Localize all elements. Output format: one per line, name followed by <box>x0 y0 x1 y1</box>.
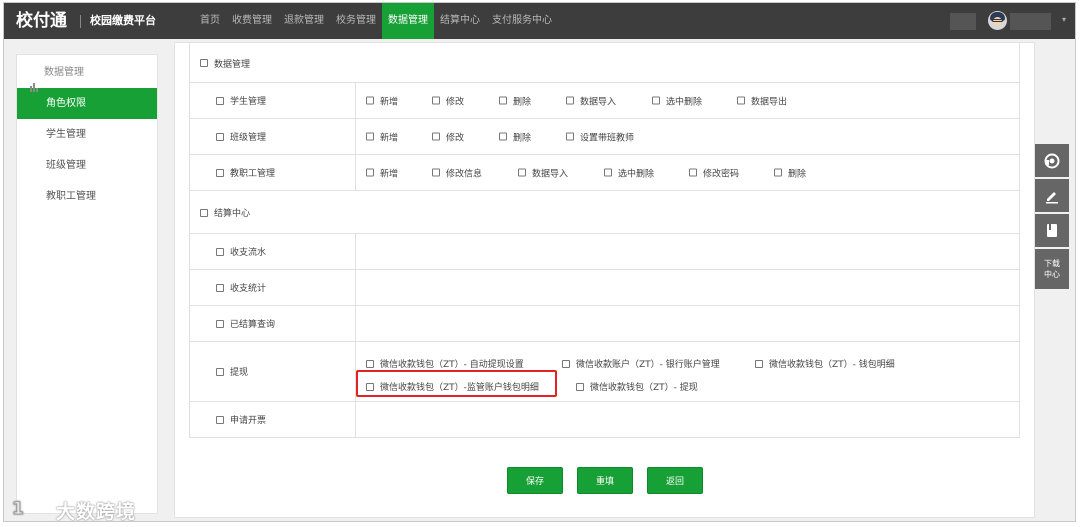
app-logo[interactable]: 校付通 <box>16 10 67 32</box>
download-center-label: 下载中心 <box>1044 259 1060 279</box>
table-row: 收支流水 <box>189 234 1020 270</box>
sidebar-item-role-permissions[interactable]: 角色权限 <box>17 88 157 119</box>
highlight-box <box>356 370 557 397</box>
table-row: 学生管理 新增 修改 删除 数据导入 选中删除 数据导出 <box>189 83 1020 119</box>
nav-item-payment-service[interactable]: 支付服务中心 <box>486 3 558 39</box>
sidebar-item-student-management[interactable]: 学生管理 <box>17 119 157 150</box>
watermark-logo-icon: 1 <box>12 497 52 522</box>
checkbox-settled-query[interactable]: 已结算查询 <box>216 317 275 330</box>
table-row: 收支统计 <box>189 270 1020 306</box>
nav-item-refund-management[interactable]: 退款管理 <box>278 3 330 39</box>
checkbox-class-delete[interactable]: 删除 <box>499 130 531 143</box>
checkbox-staff-add[interactable]: 新增 <box>366 166 398 179</box>
sidebar: 数据管理 角色权限 学生管理 班级管理 教职工管理 <box>16 54 158 514</box>
customer-service-button[interactable] <box>1035 144 1069 177</box>
back-button[interactable]: 返回 <box>647 467 703 494</box>
download-center-button[interactable]: 下载中心 <box>1035 249 1069 289</box>
nav-item-home[interactable]: 首页 <box>194 3 226 39</box>
feedback-button[interactable] <box>1035 179 1069 212</box>
manual-button[interactable] <box>1035 214 1069 247</box>
checkbox-class-set-teacher[interactable]: 设置带班教师 <box>566 130 634 143</box>
chevron-down-icon[interactable]: ▾ <box>1062 15 1066 24</box>
checkbox-student-delete[interactable]: 删除 <box>499 94 531 107</box>
checkbox-wallet-withdraw[interactable]: 微信收款钱包（ZT）- 提现 <box>576 380 698 393</box>
checkbox-withdraw[interactable]: 提现 <box>216 365 248 378</box>
watermark-text: 大数跨境 <box>56 500 137 522</box>
blurred-username[interactable] <box>1010 13 1051 30</box>
checkbox-bank-account-management[interactable]: 微信收款账户（ZT）- 银行账户管理 <box>562 357 720 370</box>
nav-item-school-affairs[interactable]: 校务管理 <box>330 3 382 39</box>
checkbox-student-export[interactable]: 数据导出 <box>737 94 787 107</box>
checkbox-wallet-details[interactable]: 微信收款钱包（ZT）- 钱包明细 <box>755 357 895 370</box>
svg-text:1: 1 <box>12 499 25 519</box>
headset-icon <box>1044 153 1060 169</box>
nav-item-fee-management[interactable]: 收费管理 <box>226 3 278 39</box>
blurred-info <box>950 13 976 30</box>
checkbox-class-edit[interactable]: 修改 <box>432 130 464 143</box>
checkbox-staff-delete[interactable]: 删除 <box>774 166 806 179</box>
reset-button[interactable]: 重填 <box>577 467 633 494</box>
nav-item-settlement-center[interactable]: 结算中心 <box>434 3 486 39</box>
table-row: 申请开票 <box>189 402 1020 438</box>
bar-chart-icon <box>30 56 39 92</box>
checkbox-staff-change-password[interactable]: 修改密码 <box>689 166 739 179</box>
checkbox-invoice[interactable]: 申请开票 <box>216 413 266 426</box>
checkbox-staff-batch-delete[interactable]: 选中删除 <box>604 166 654 179</box>
platform-name: 校园缴费平台 <box>90 14 156 27</box>
app-window: 校付通 校园缴费平台 首页 收费管理 退款管理 校务管理 数据管理 结算中心 支… <box>3 2 1076 522</box>
save-button[interactable]: 保存 <box>507 467 563 494</box>
checkbox-group-settlement-center[interactable]: 结算中心 <box>200 206 250 219</box>
checkbox-student-management[interactable]: 学生管理 <box>216 94 266 107</box>
watermark: 1 大数跨境 <box>12 496 137 522</box>
nav-item-data-management[interactable]: 数据管理 <box>382 3 434 39</box>
main-nav: 首页 收费管理 退款管理 校务管理 数据管理 结算中心 支付服务中心 <box>194 3 558 39</box>
checkbox-income-flow[interactable]: 收支流水 <box>216 245 266 258</box>
table-row: 已结算查询 <box>189 306 1020 342</box>
top-navbar: 校付通 校园缴费平台 首页 收费管理 退款管理 校务管理 数据管理 结算中心 支… <box>4 3 1075 39</box>
checkbox-wallet-auto-withdraw[interactable]: 微信收款钱包（ZT）- 自动提现设置 <box>366 357 524 370</box>
group-row-settlement-center: 结算中心 <box>189 191 1020 234</box>
checkbox-class-management[interactable]: 班级管理 <box>216 130 266 143</box>
logo-divider <box>80 15 81 28</box>
sidebar-header: 数据管理 <box>17 55 157 92</box>
permission-table: 数据管理 学生管理 新增 修改 删除 数据导入 选中删除 数据导出 班级管理 新… <box>189 43 1020 438</box>
checkbox-group-data-management[interactable]: 数据管理 <box>200 57 250 70</box>
checkbox-student-edit[interactable]: 修改 <box>432 94 464 107</box>
group-row-data-management: 数据管理 <box>189 43 1020 83</box>
pen-icon <box>1044 188 1060 204</box>
sidebar-item-staff-management[interactable]: 教职工管理 <box>17 181 157 212</box>
checkbox-student-import[interactable]: 数据导入 <box>566 94 616 107</box>
book-icon <box>1045 223 1059 239</box>
main-panel: 数据管理 学生管理 新增 修改 删除 数据导入 选中删除 数据导出 班级管理 新… <box>174 42 1035 518</box>
table-row: 教职工管理 新增 修改信息 数据导入 选中删除 修改密码 删除 <box>189 155 1020 191</box>
sidebar-header-label: 数据管理 <box>44 67 84 78</box>
checkbox-class-add[interactable]: 新增 <box>366 130 398 143</box>
table-row: 班级管理 新增 修改 删除 设置带班教师 <box>189 119 1020 155</box>
checkbox-staff-management[interactable]: 教职工管理 <box>216 166 275 179</box>
checkbox-staff-edit-info[interactable]: 修改信息 <box>432 166 482 179</box>
checkbox-student-add[interactable]: 新增 <box>366 94 398 107</box>
checkbox-student-batch-delete[interactable]: 选中删除 <box>652 94 702 107</box>
avatar[interactable] <box>988 11 1007 30</box>
checkbox-staff-import[interactable]: 数据导入 <box>518 166 568 179</box>
table-row: 提现 微信收款钱包（ZT）- 自动提现设置 微信收款账户（ZT）- 银行账户管理… <box>189 342 1020 402</box>
checkbox-income-stats[interactable]: 收支统计 <box>216 281 266 294</box>
sidebar-item-class-management[interactable]: 班级管理 <box>17 150 157 181</box>
